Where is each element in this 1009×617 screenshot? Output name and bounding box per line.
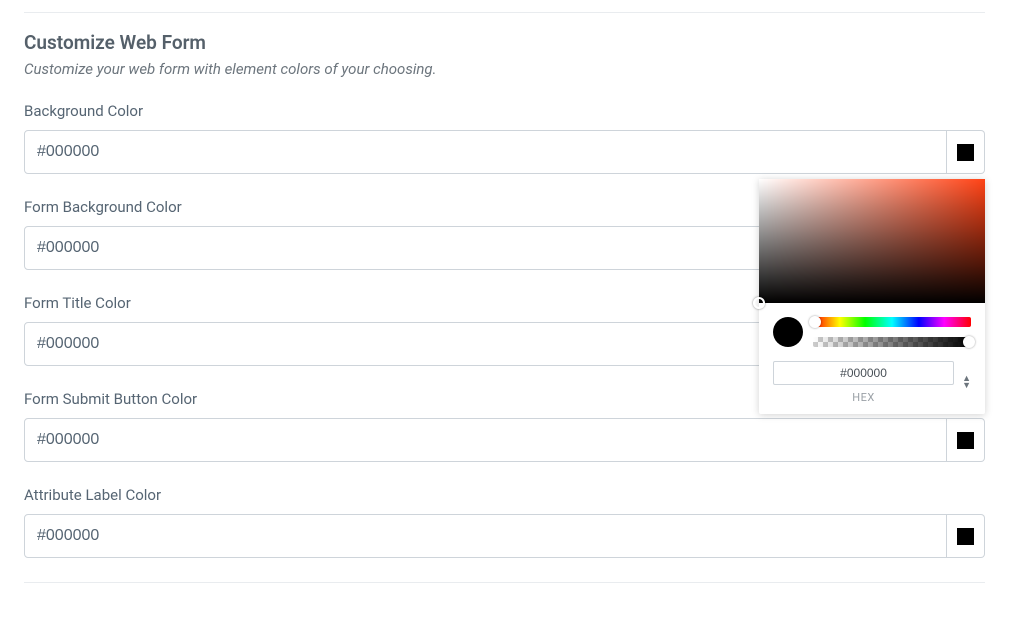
section-description: Customize your web form with element col…	[24, 60, 985, 78]
hue-slider[interactable]	[813, 317, 971, 327]
color-swatch-button[interactable]	[947, 130, 985, 174]
saturation-cursor[interactable]	[753, 297, 765, 309]
chevron-down-icon: ▼	[962, 383, 971, 390]
color-input-row	[24, 418, 985, 462]
section-title: Customize Web Form	[24, 31, 985, 54]
field-attribute-label-color: Attribute Label Color	[24, 486, 985, 558]
color-picker-popup: HEX ▲ ▼	[759, 179, 985, 414]
hex-input[interactable]	[773, 361, 954, 385]
divider	[24, 582, 985, 583]
color-swatch	[957, 528, 974, 545]
alpha-slider[interactable]	[813, 337, 971, 347]
color-input-row	[24, 130, 985, 174]
color-swatch-button[interactable]	[947, 514, 985, 558]
field-label: Attribute Label Color	[24, 486, 985, 504]
hue-thumb[interactable]	[809, 316, 821, 328]
color-mode-toggle[interactable]: ▲ ▼	[962, 376, 971, 390]
picker-controls: HEX ▲ ▼	[759, 303, 985, 414]
customize-form-panel: Customize Web Form Customize your web fo…	[24, 12, 985, 583]
color-swatch	[957, 144, 974, 161]
field-label: Background Color	[24, 102, 985, 120]
color-swatch	[957, 432, 974, 449]
field-background-color: Background Color	[24, 102, 985, 174]
color-text-input[interactable]	[24, 130, 947, 174]
color-input-row	[24, 514, 985, 558]
saturation-panel[interactable]	[759, 179, 985, 303]
color-text-input[interactable]	[24, 418, 947, 462]
hex-label: HEX	[773, 391, 954, 404]
color-text-input[interactable]	[24, 514, 947, 558]
color-swatch-button[interactable]	[947, 418, 985, 462]
color-preview-circle	[773, 317, 803, 347]
alpha-thumb[interactable]	[963, 336, 975, 348]
